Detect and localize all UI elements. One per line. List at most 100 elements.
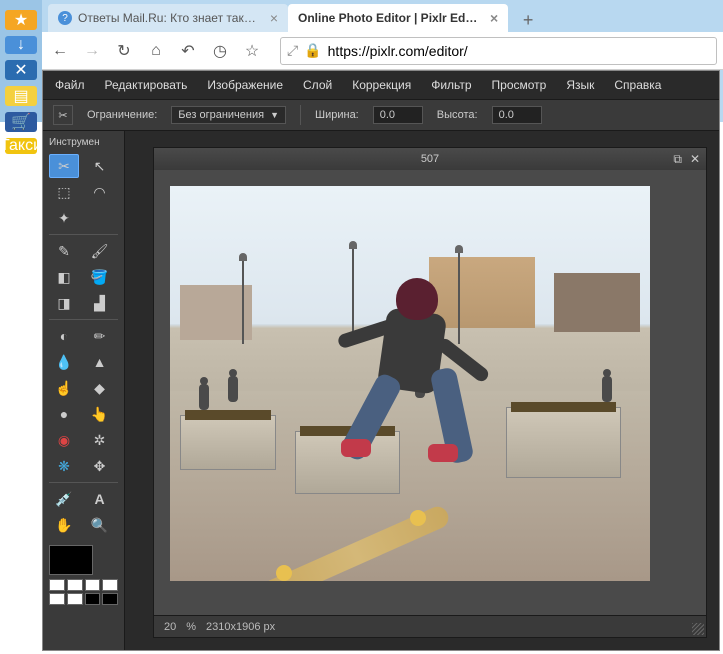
swatch[interactable] xyxy=(67,593,83,605)
close-icon[interactable]: × xyxy=(490,10,498,26)
taxi-tile[interactable]: Такси xyxy=(5,138,37,154)
canvas-title: 507 xyxy=(421,153,439,165)
separator xyxy=(300,105,301,125)
tab-label: Ответы Mail.Ru: Кто знает таку... xyxy=(78,11,258,25)
option-bar: ✂ Ограничение: Без ограничения ▼ Ширина:… xyxy=(43,99,719,131)
pencil-tool-icon[interactable]: ✎ xyxy=(49,239,79,263)
menu-layer[interactable]: Слой xyxy=(303,78,332,92)
constraint-dropdown[interactable]: Без ограничения ▼ xyxy=(171,106,286,124)
canvas-dimensions: 2310x1906 px xyxy=(206,621,275,633)
hand-tool-icon[interactable]: ✋ xyxy=(49,513,79,537)
menu-file[interactable]: Файл xyxy=(55,78,85,92)
color-swatches xyxy=(43,537,124,609)
menu-language[interactable]: Язык xyxy=(566,78,594,92)
canvas-titlebar[interactable]: 507 ⧉ ✕ xyxy=(154,148,706,170)
menu-image[interactable]: Изображение xyxy=(207,78,283,92)
swatch[interactable] xyxy=(85,579,101,591)
canvas-area: 507 ⧉ ✕ xyxy=(125,131,719,650)
new-tab-button[interactable]: + xyxy=(516,8,540,32)
stamp-tool-icon[interactable]: ▟ xyxy=(85,291,115,315)
bloat-tool-icon[interactable]: ❋ xyxy=(49,454,79,478)
schedule-icon[interactable]: ◷ xyxy=(208,39,232,63)
bookmark-star-icon[interactable]: ☆ xyxy=(240,39,264,63)
favorites-tile[interactable]: ★ xyxy=(5,10,37,30)
menu-help[interactable]: Справка xyxy=(614,78,661,92)
menu-edit[interactable]: Редактировать xyxy=(105,78,188,92)
reload-button[interactable]: ↻ xyxy=(112,39,136,63)
tab-label: Online Photo Editor | Pixlr Editor | ... xyxy=(298,11,478,25)
replace-color-tool-icon[interactable]: ◐ xyxy=(49,324,79,348)
width-field[interactable]: 0.0 xyxy=(373,106,423,124)
menu-view[interactable]: Просмотр xyxy=(492,78,547,92)
bucket-tool-icon[interactable]: 🪣 xyxy=(85,265,115,289)
canvas-content[interactable] xyxy=(154,170,706,615)
menu-filter[interactable]: Фильтр xyxy=(431,78,471,92)
dodge-tool-icon[interactable]: ● xyxy=(49,402,79,426)
lasso-tool-icon[interactable]: ◠ xyxy=(85,180,115,204)
type-tool-icon[interactable]: A xyxy=(85,487,115,511)
close-icon[interactable]: × xyxy=(270,10,278,26)
swatch[interactable] xyxy=(67,579,83,591)
market-tile[interactable]: 🛒 xyxy=(5,112,37,132)
downloads-tile[interactable]: ↓ xyxy=(5,36,37,54)
forward-button[interactable]: → xyxy=(80,39,104,63)
zoom-tool-icon[interactable]: 🔍 xyxy=(85,513,115,537)
tools-header: Инструмен xyxy=(43,135,124,154)
tools-tile[interactable]: ✕ xyxy=(5,60,37,80)
crop-indicator-icon: ✂ xyxy=(53,105,73,125)
swatch[interactable] xyxy=(49,579,65,591)
burn-tool-icon[interactable]: 👆 xyxy=(85,402,115,426)
brush-tool-icon[interactable]: 🖌 xyxy=(85,239,115,263)
spot-heal-tool-icon[interactable]: ✲ xyxy=(85,428,115,452)
home-button[interactable]: ⌂ xyxy=(144,39,168,63)
tools-panel: Инструмен ✂ ↖ ⬚ ◠ ✦ ✎ 🖌 ◧ 🪣 ◨ ▟ ◐ ✏ 💧 ▲ xyxy=(43,131,125,650)
foreground-color-swatch[interactable] xyxy=(49,545,93,575)
tab-mailru[interactable]: ? Ответы Mail.Ru: Кто знает таку... × xyxy=(48,4,288,32)
move-tool-icon[interactable]: ↖ xyxy=(85,154,115,178)
marquee-tool-icon[interactable]: ⬚ xyxy=(49,180,79,204)
swatch[interactable] xyxy=(85,593,101,605)
eyedropper-tool-icon[interactable]: 💉 xyxy=(49,487,79,511)
menu-bar: Файл Редактировать Изображение Слой Корр… xyxy=(43,71,719,99)
sharpen-tool-icon[interactable]: ▲ xyxy=(85,350,115,374)
tabs-row: ? Ответы Mail.Ru: Кто знает таку... × On… xyxy=(42,0,723,32)
width-label: Ширина: xyxy=(315,109,359,121)
swatch[interactable] xyxy=(102,579,118,591)
nav-toolbar: ← → ↻ ⌂ ↶ ◷ ☆ ⤢ 🔒 xyxy=(42,32,723,70)
canvas-statusbar: 20 % 2310x1906 px xyxy=(154,615,706,637)
maximize-icon[interactable]: ⧉ xyxy=(673,152,682,167)
chevron-down-icon: ▼ xyxy=(270,110,279,120)
height-label: Высота: xyxy=(437,109,478,121)
pixlr-app: Файл Редактировать Изображение Слой Корр… xyxy=(42,70,720,651)
close-icon[interactable]: ✕ xyxy=(690,152,700,167)
lock-icon: 🔒 xyxy=(304,42,321,59)
crop-tool-icon[interactable]: ✂ xyxy=(49,154,79,178)
constraint-value: Без ограничения xyxy=(178,109,264,121)
history-button[interactable]: ↶ xyxy=(176,39,200,63)
swatch[interactable] xyxy=(49,593,65,605)
height-field[interactable]: 0.0 xyxy=(492,106,542,124)
draw-tool-icon[interactable]: ✏ xyxy=(85,324,115,348)
zoom-value[interactable]: 20 xyxy=(164,621,176,633)
wand-tool-icon[interactable]: ✦ xyxy=(49,206,79,230)
eraser-tool-icon[interactable]: ◧ xyxy=(49,265,79,289)
redeye-tool-icon[interactable]: ◉ xyxy=(49,428,79,452)
back-button[interactable]: ← xyxy=(48,39,72,63)
smudge-tool-icon[interactable]: ☝ xyxy=(49,376,79,400)
swatch[interactable] xyxy=(102,593,118,605)
mailru-favicon-icon: ? xyxy=(58,11,72,25)
tab-pixlr[interactable]: Online Photo Editor | Pixlr Editor | ...… xyxy=(288,4,508,32)
blur-tool-icon[interactable]: 💧 xyxy=(49,350,79,374)
gradient-tool-icon[interactable]: ◨ xyxy=(49,291,79,315)
notes-tile[interactable]: ▤ xyxy=(5,86,37,106)
canvas-window: 507 ⧉ ✕ xyxy=(153,147,707,638)
sponge-tool-icon[interactable]: ◆ xyxy=(85,376,115,400)
url-input[interactable] xyxy=(328,43,710,59)
url-bar[interactable]: ⤢ 🔒 xyxy=(280,37,717,65)
pinch-tool-icon[interactable]: ✥ xyxy=(85,454,115,478)
menu-adjustment[interactable]: Коррекция xyxy=(352,78,411,92)
resize-grip[interactable] xyxy=(692,623,704,635)
zoom-unit: % xyxy=(186,621,196,633)
constraint-label: Ограничение: xyxy=(87,109,157,121)
expand-icon[interactable]: ⤢ xyxy=(287,42,298,59)
